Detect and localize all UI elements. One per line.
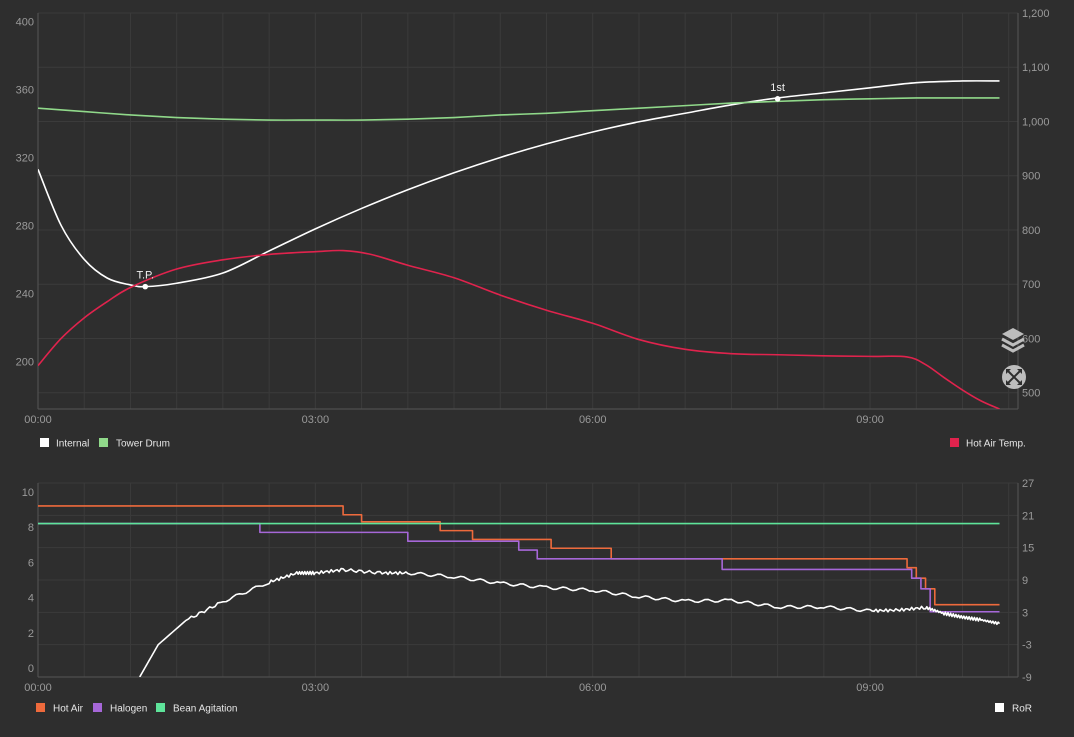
- series-line-tower-drum: [38, 97, 1000, 121]
- legend-swatch-tower-drum: [99, 438, 108, 447]
- x-tick-label: 09:00: [856, 414, 884, 426]
- legend-swatch-hot-air: [36, 703, 45, 712]
- left-y-tick-label: 280: [16, 220, 34, 232]
- annotation-marker-t-p: [142, 283, 149, 290]
- right-y-tick-label: 1,000: [1022, 116, 1050, 128]
- roast-charts: 00:00 03:00 06:00 09:0020024028032036040050…: [16, 8, 1050, 715]
- right-y-tick-label: 800: [1022, 225, 1040, 237]
- power-legend: Hot Air Halogen Bean Agitation RoR: [36, 703, 1032, 715]
- x-tick-label: 00:00: [24, 414, 52, 426]
- annotation-label-1st: 1st: [770, 82, 785, 94]
- right-y-tick-label: 27: [1022, 478, 1034, 490]
- left-y-tick-label: 10: [22, 487, 34, 499]
- right-y-tick-label: 15: [1022, 543, 1034, 555]
- series-line-hot-air-temp: [38, 249, 1000, 409]
- right-y-tick-label: 9: [1022, 575, 1028, 587]
- right-y-tick-label: 900: [1022, 171, 1040, 183]
- series-line-halogen: [38, 522, 1000, 613]
- x-tick-label: 06:00: [579, 414, 607, 426]
- right-y-tick-label: 1,100: [1022, 62, 1050, 74]
- legend-swatch-ror: [995, 703, 1004, 712]
- legend-swatch-hot-air-temp: [950, 438, 959, 447]
- temperature-legend: Internal Tower Drum Hot Air Temp.: [40, 438, 1026, 450]
- right-y-tick-label: 500: [1022, 388, 1040, 400]
- legend-label-hot-air-temp: Hot Air Temp.: [966, 439, 1026, 450]
- x-tick-label: 03:00: [302, 682, 330, 694]
- left-y-tick-label: 8: [28, 522, 34, 534]
- right-y-tick-label: -3: [1022, 640, 1032, 652]
- layers-icon[interactable]: [1001, 328, 1025, 353]
- series-line-internal: [38, 80, 1000, 288]
- annotation-marker-1st: [774, 96, 781, 102]
- legend-label-internal: Internal: [56, 439, 89, 450]
- left-y-tick-label: 240: [16, 288, 34, 300]
- legend-label-bean-agitation: Bean Agitation: [173, 704, 238, 715]
- right-y-tick-label: 3: [1022, 607, 1028, 619]
- legend-label-tower-drum: Tower Drum: [116, 439, 170, 450]
- legend-label-ror: RoR: [1012, 704, 1032, 715]
- left-y-tick-label: 400: [16, 16, 34, 28]
- left-y-tick-label: 0: [28, 663, 34, 675]
- annotation-label-t-p: T.P.: [136, 270, 154, 282]
- zoom-reset-icon[interactable]: [1002, 365, 1026, 389]
- x-tick-label: 03:00: [302, 414, 330, 426]
- left-y-tick-label: 6: [28, 557, 34, 569]
- legend-label-hot-air: Hot Air: [53, 704, 84, 715]
- left-y-tick-label: 4: [28, 593, 34, 605]
- right-y-tick-label: 21: [1022, 510, 1034, 522]
- x-tick-label: 06:00: [579, 682, 607, 694]
- legend-label-halogen: Halogen: [110, 704, 147, 715]
- right-y-tick-label: 1,200: [1022, 8, 1050, 20]
- power-ror-chart: 00:00 03:00 06:00 09:00 0 2 4 6 8 10 -9 -3 3 9 15 21 27: [22, 478, 1035, 694]
- x-tick-label: 09:00: [856, 682, 884, 694]
- right-y-tick-label: -9: [1022, 672, 1032, 684]
- legend-swatch-internal: [40, 438, 49, 447]
- left-y-tick-label: 360: [16, 84, 34, 96]
- x-tick-label: 00:00: [24, 682, 52, 694]
- left-y-tick-label: 200: [16, 356, 34, 368]
- legend-swatch-bean-agitation: [156, 703, 165, 712]
- temperature-chart: 00:00 03:00 06:00 09:00 200 240 280 320 360 400 50…: [16, 8, 1050, 426]
- right-y-tick-label: 700: [1022, 279, 1040, 291]
- legend-swatch-halogen: [93, 703, 102, 712]
- right-y-tick-label: 600: [1022, 333, 1040, 345]
- left-y-tick-label: 320: [16, 152, 34, 164]
- series-line-hot-air: [38, 505, 1000, 606]
- left-y-tick-label: 2: [28, 628, 34, 640]
